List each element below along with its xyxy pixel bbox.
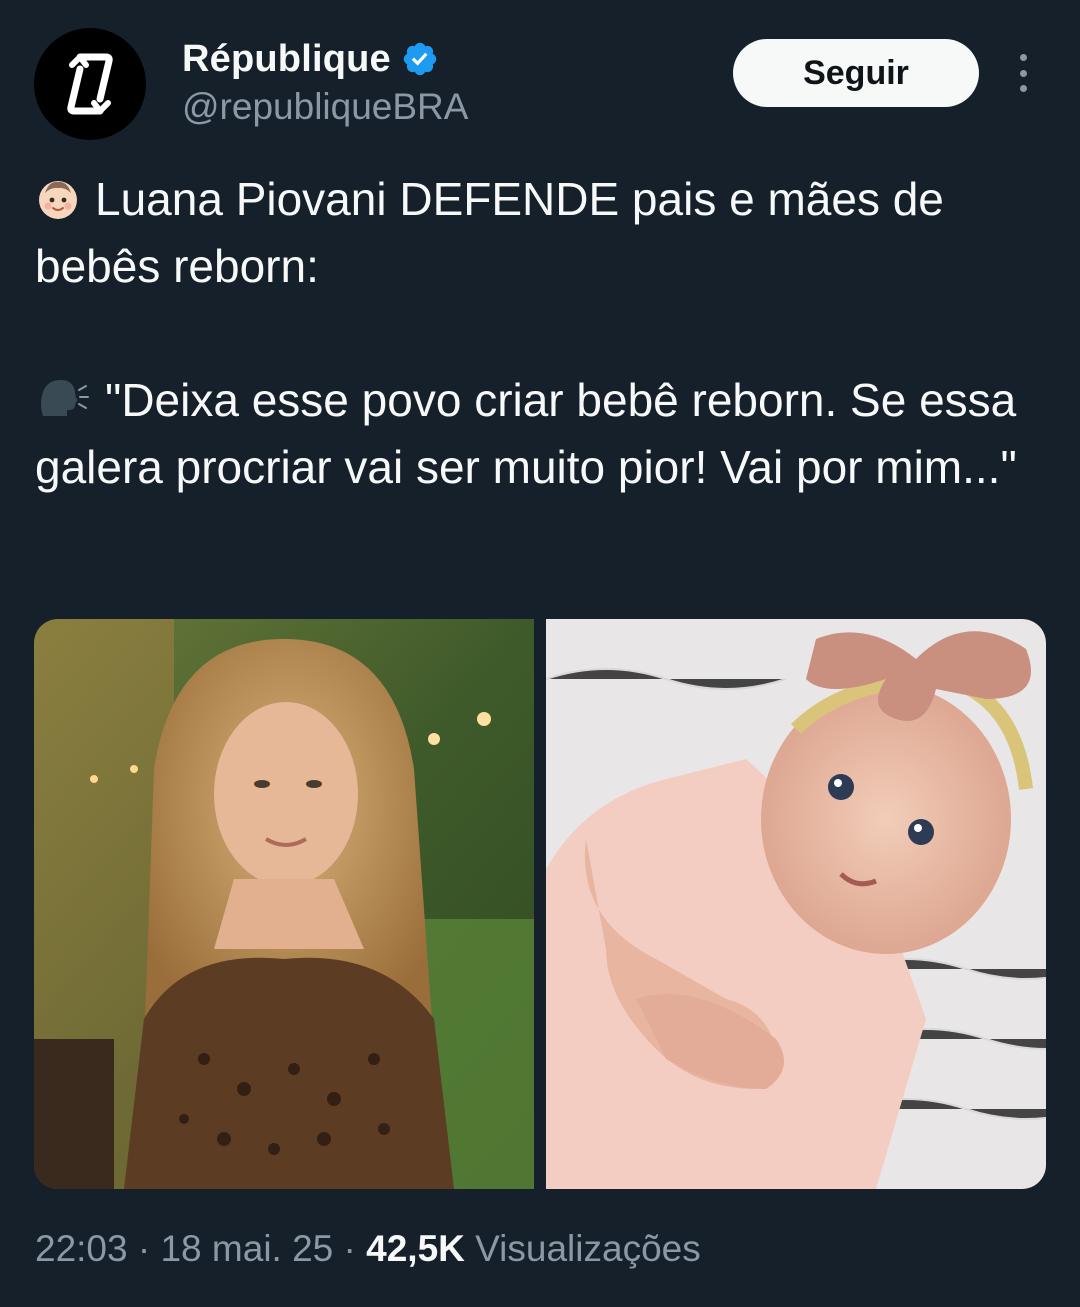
views-label: Visualizações: [475, 1228, 701, 1269]
dot: [1019, 54, 1027, 61]
photo-reborn-baby[interactable]: [546, 619, 1046, 1189]
follow-button[interactable]: Seguir: [733, 39, 979, 107]
tweet-media[interactable]: [34, 619, 1046, 1189]
republique-logo-icon[interactable]: [34, 28, 146, 140]
tweet-paragraph-1: Luana Piovani DEFENDE pais e mães de beb…: [35, 166, 1045, 300]
photo-woman[interactable]: [34, 619, 534, 1189]
meta-separator: ·: [137, 1228, 151, 1269]
more-vertical-icon[interactable]: [1006, 50, 1040, 96]
tweet-paragraph-2: "Deixa esse povo criar bebê reborn. Se e…: [35, 367, 1045, 501]
tweet-header: République @republiqueBRA Seguir: [34, 28, 1046, 140]
tweet-text: Luana Piovani DEFENDE pais e mães de beb…: [35, 166, 1045, 501]
dot: [1019, 85, 1027, 92]
tweet-date[interactable]: 18 mai. 25: [160, 1228, 333, 1269]
account-handle[interactable]: @republiqueBRA: [182, 86, 468, 128]
tweet-meta: 22:03 · 18 mai. 25 · 42,5K Visualizações: [35, 1228, 701, 1270]
dot: [1019, 69, 1027, 77]
tweet-time[interactable]: 22:03: [35, 1228, 128, 1269]
meta-separator: ·: [343, 1228, 356, 1269]
speaking-head-emoji: [41, 380, 89, 416]
display-name[interactable]: République: [182, 38, 391, 81]
name-row: République: [182, 36, 439, 82]
tweet-paragraph-2-text: "Deixa esse povo criar bebê reborn. Se e…: [35, 374, 1017, 493]
tweet-paragraph-1-text: Luana Piovani DEFENDE pais e mães de beb…: [35, 173, 944, 292]
baby-emoji: [39, 181, 77, 219]
views-count[interactable]: 42,5K: [366, 1228, 465, 1269]
verified-badge-icon: [403, 42, 437, 76]
